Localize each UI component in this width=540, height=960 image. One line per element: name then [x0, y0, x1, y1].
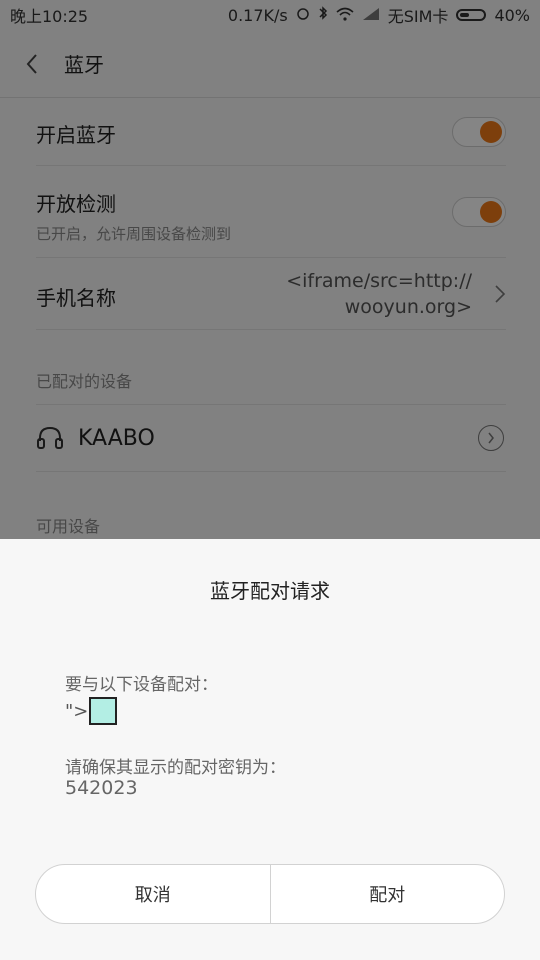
passkey-value: 542023 — [65, 777, 138, 799]
pair-button[interactable]: 配对 — [271, 865, 505, 923]
iframe-box — [89, 697, 118, 725]
device-prefix-text: "> — [65, 700, 89, 722]
screen: 晚上10:25 0.17K/s 无SIM卡 40% 蓝牙 开启蓝牙 开放检测 已… — [0, 0, 540, 960]
dialog-title: 蓝牙配对请求 — [210, 579, 330, 603]
pairing-dialog: 蓝牙配对请求 要与以下设备配对： "> 请确保其显示的配对密钥为： 542023… — [0, 539, 540, 960]
pair-prompt: 要与以下设备配对： — [65, 675, 218, 695]
passkey-instruction: 请确保其显示的配对密钥为： — [65, 758, 286, 778]
dialog-buttons: 取消 配对 — [35, 864, 505, 924]
device-display: "> — [65, 697, 118, 725]
cancel-button[interactable]: 取消 — [36, 865, 270, 923]
